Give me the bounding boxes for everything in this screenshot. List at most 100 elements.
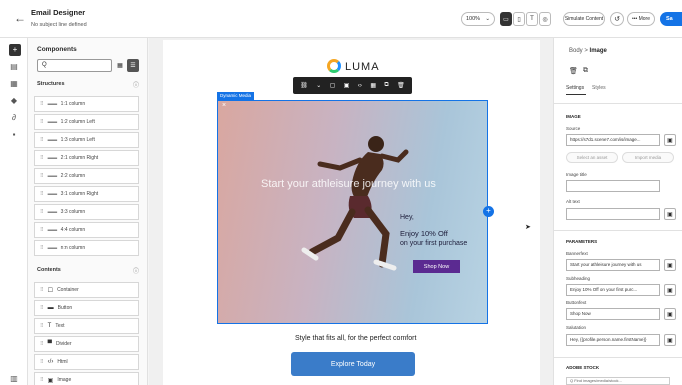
subheading-input[interactable]: Enjoy 10% Off on your first purc... (566, 284, 660, 296)
tab-styles[interactable]: Styles (592, 85, 606, 91)
component-search-input[interactable]: Q (37, 59, 112, 72)
drag-handle-icon: ⠿ (40, 305, 44, 311)
grid-icon[interactable]: ▪ (0, 130, 28, 139)
asset-picker-icon[interactable]: ▣ (664, 134, 676, 146)
code-icon[interactable]: ‹› (358, 83, 362, 89)
structure-label: 3:3 column (60, 209, 86, 215)
zoom-select[interactable]: 100% ⌄ (461, 12, 495, 26)
structure-label: 4:4 column (60, 227, 86, 233)
delete-icon[interactable]: 🗑 (569, 67, 578, 75)
button-text-value: Shop Now (570, 311, 591, 316)
structure-item[interactable]: ⠿ ▬▬ 1:2 column Left (34, 114, 139, 130)
desktop-view-icon[interactable]: ▭ (500, 12, 512, 26)
divider (553, 357, 682, 358)
settings-icon[interactable]: ▥ (0, 374, 28, 383)
mobile-view-icon[interactable]: ▯ (513, 12, 525, 26)
structure-item[interactable]: ⠿ ▬▬ n:n column (34, 240, 139, 256)
structure-label: 1:3 column Left (60, 137, 95, 143)
button-icon: ▬ (47, 305, 54, 311)
banner-text-label: Bannerfext (566, 251, 588, 256)
add-block-plus-icon[interactable]: + (483, 206, 494, 217)
tab-settings[interactable]: Settings (566, 85, 584, 91)
offer-headline: Enjoy 10% Off (400, 229, 448, 238)
drag-handle-icon: ⠿ (40, 101, 44, 107)
button-text-input[interactable]: Shop Now (566, 308, 660, 320)
personalize-icon[interactable]: ▣ (664, 284, 676, 296)
content-item-html[interactable]: ⠿ ‹/› Html (34, 354, 139, 370)
alt-text-input[interactable] (566, 208, 660, 220)
duplicate-icon[interactable]: ⧉ (583, 67, 588, 75)
duplicate-icon[interactable]: ⧉ (384, 82, 388, 89)
content-label: Image (57, 377, 72, 383)
banner-text-value: Start your athleisure journey with us (570, 262, 642, 267)
preview-icon[interactable]: ◎ (539, 12, 551, 26)
text-view-icon[interactable]: T (526, 12, 538, 26)
import-media-button[interactable]: Import media (622, 152, 674, 163)
personalize-icon[interactable]: ▣ (664, 259, 676, 271)
drag-handle-icon: ⠿ (40, 155, 44, 161)
chevron-down-icon[interactable]: ⌄ (316, 82, 321, 89)
drag-handle-icon: ⠿ (40, 119, 44, 125)
structure-item[interactable]: ⠿ ▬▬ 2:1 column Right (34, 150, 139, 166)
personalize-icon[interactable]: ▣ (664, 208, 676, 220)
more-button[interactable]: ••• More (627, 12, 655, 26)
link-icon[interactable]: ∂ (0, 113, 28, 122)
image-toolbar: ⛓ ⌄ ▢ ▣ ‹› ▦ ⧉ 🗑 (293, 77, 412, 94)
link-icon[interactable]: ⛓ (300, 82, 308, 89)
divider (553, 103, 682, 104)
structure-label: 1:1 column (60, 101, 86, 107)
zoom-value: 100% (466, 16, 481, 22)
drag-handle-icon: ⠿ (40, 173, 44, 179)
plus-icon[interactable]: + (9, 44, 21, 56)
back-arrow-icon[interactable]: ← (14, 11, 26, 25)
structure-item[interactable]: ⠿ ▬▬ 1:1 column (34, 96, 139, 112)
shop-now-button[interactable]: Shop Now (413, 260, 460, 273)
page-title: Email Designer (31, 8, 86, 17)
components-title: Components (37, 46, 77, 53)
list-view-icon[interactable]: ☰ (127, 59, 139, 72)
source-input[interactable]: https://s7d1.scene7.com/is/image... (566, 134, 660, 146)
frame-icon[interactable]: ▢ (330, 82, 336, 89)
grid-icon[interactable]: ▦ (370, 82, 376, 89)
personalize-icon[interactable]: ▣ (664, 308, 676, 320)
content-label: Text (55, 323, 65, 329)
select-asset-button[interactable]: Select an asset (566, 152, 618, 163)
delete-icon[interactable]: 🗑 (397, 82, 405, 89)
image-icon[interactable]: ▦ (0, 79, 28, 88)
info-icon[interactable]: ⓘ (133, 80, 139, 89)
personalize-icon[interactable]: ▣ (664, 334, 676, 346)
image-icon[interactable]: ▣ (344, 82, 350, 89)
structure-item[interactable]: ⠿ ▬▬ 1:3 column Left (34, 132, 139, 148)
structure-item[interactable]: ⠿ ▬▬ 4:4 column (34, 222, 139, 238)
structure-item[interactable]: ⠿ ▬▬ 3:1 column Right (34, 186, 139, 202)
explore-today-button[interactable]: Explore Today (291, 352, 415, 376)
container-icon: ☐ (47, 287, 54, 294)
banner-text-input[interactable]: Start your athleisure journey with us (566, 259, 660, 271)
info-icon[interactable]: ⓘ (133, 266, 139, 275)
image-title-input[interactable] (566, 180, 660, 192)
salutation-input[interactable]: Hey, {{profile.person.name.firstName}} (566, 334, 660, 346)
content-item-divider[interactable]: ⠿ ▀ Divider (34, 336, 139, 352)
image-icon: ▣ (47, 377, 54, 384)
structure-item[interactable]: ⠿ ▬▬ 3:3 column (34, 204, 139, 220)
layers-icon[interactable]: ◆ (0, 96, 28, 105)
close-icon[interactable]: × (222, 102, 226, 109)
content-item-container[interactable]: ⠿ ☐ Container (34, 282, 139, 298)
luma-logo-icon (327, 59, 341, 73)
save-button[interactable]: Sa (660, 12, 682, 26)
image-title-label: Image title (566, 172, 587, 177)
content-item-button[interactable]: ⠿ ▬ Button (34, 300, 139, 316)
content-item-text[interactable]: ⠿ T Text (34, 318, 139, 334)
layout-icon[interactable]: ▤ (0, 62, 28, 71)
structure-item[interactable]: ⠿ ▬▬ 2:2 column (34, 168, 139, 184)
offer-subline: on your first purchase (400, 240, 468, 247)
divider-icon: ▀ (47, 341, 52, 347)
breadcrumb-parent[interactable]: Body (569, 48, 583, 54)
content-item-image[interactable]: ⠿ ▣ Image (34, 372, 139, 385)
undo-icon[interactable]: ↺ (610, 12, 624, 26)
page-subtitle: No subject line defined (31, 22, 87, 28)
stock-search-input[interactable]: Q Find images/media/stock... (566, 377, 670, 385)
drag-handle-icon: ⠿ (40, 245, 44, 251)
simulate-content-button[interactable]: Simulate Content (563, 12, 605, 26)
grid-view-icon[interactable]: ▦ (114, 59, 126, 72)
